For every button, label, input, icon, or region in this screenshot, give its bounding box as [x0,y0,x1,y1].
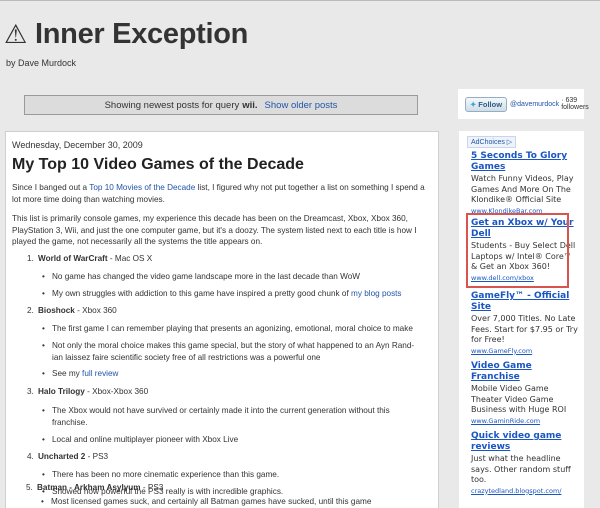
ad-sidebar: AdChoices ▷ 5 Seconds To Glory Games Wat… [459,131,584,508]
ad-body: Mobile Video Game Theater Video Game Bus… [471,384,567,414]
item-name: Uncharted 2 [38,452,86,461]
warning-icon: ⚠ [4,19,28,49]
ad-title[interactable]: GameFly™ - Official Site [471,291,579,313]
ad-body: Watch Funny Videos, Play Games And More … [471,174,574,204]
ad-unit[interactable]: Video Game Franchise Mobile Video Game T… [471,361,579,425]
item-platform: - Mac OS X [107,254,153,263]
list-bullet: My own struggles with addiction to this … [42,288,422,300]
status-prefix: Showing newest posts for query [104,99,240,111]
item-name: Bioshock [38,306,75,315]
list-bullet: Local and online multiplayer pioneer wit… [42,434,422,446]
ad-title[interactable]: Video Game Franchise [471,361,579,383]
ad-url[interactable]: www.GaminRide.com [471,417,579,425]
item-number: 3. [27,387,34,396]
list-bullet: Not only the moral choice makes this gam… [42,340,422,363]
byline: by Dave Murdock [6,58,77,68]
site-title[interactable]: ⚠ Inner Exception [4,18,248,51]
follow-button[interactable]: ✦ Follow [465,96,508,112]
item-number: 2. [27,306,34,315]
post-title[interactable]: My Top 10 Video Games of the Decade [12,156,304,174]
bullet-dot: • [41,497,44,506]
item-number: 1. [27,254,34,263]
intro-text-before: Since I banged out a [12,183,90,192]
top-10-movies-link[interactable]: Top 10 Movies of the Decade [89,183,195,192]
show-older-posts-link[interactable]: Show older posts [265,100,338,111]
bullet-text: See my [52,369,83,378]
ad-unit[interactable]: GameFly™ - Official Site Over 7,000 Titl… [471,291,579,355]
my-blog-posts-link[interactable]: my blog posts [351,289,402,298]
search-status-bar: Showing newest posts for query wii. Show… [24,95,418,115]
list-bullet: • Most licensed games suck, and certainly… [41,497,421,506]
item-name: Batman - Arkham Asylyum [37,483,141,492]
twitter-handle-link[interactable]: @davemurdock [510,101,559,108]
item-platform: - PS3 [140,483,164,492]
ad-body: Just what the headline says. Other rando… [471,454,571,484]
adchoices-link[interactable]: AdChoices ▷ [467,136,517,148]
twitter-follow-widget: ✦ Follow @davemurdock · 639 followers [458,89,589,119]
item-platform: - Xbox 360 [74,306,117,315]
ad-title[interactable]: Quick video game reviews [471,431,579,453]
ad-body: Over 7,000 Titles. No Late Fees. Start f… [471,314,578,344]
post-second-paragraph: This list is primarily console games, my… [12,214,417,247]
top-divider [0,0,600,1]
ad-unit[interactable]: Quick video game reviews Just what the h… [471,431,579,495]
bullet-text: Most licensed games suck, and certainly … [51,497,372,506]
list-bullet: The Xbox would not have survived or cert… [42,405,422,428]
list-item: 1. World of WarCraft - Mac OS X [27,254,152,263]
item-platform: - Xbox-Xbox 360 [84,387,149,396]
highlighted-ad-outline [466,213,569,288]
site-header: ⚠ Inner Exception [4,18,248,51]
ad-url[interactable]: www.GameFly.com [471,347,579,355]
list-bullet: No game has changed the video game lands… [42,271,422,283]
post-intro-paragraph: Since I banged out a Top 10 Movies of th… [12,182,432,205]
bullet-text: My own struggles with addiction to this … [52,289,352,298]
blog-post: Wednesday, December 30, 2009 My Top 10 V… [5,131,439,508]
item-name: World of WarCraft [38,254,108,263]
list-bullet: There has been no more cinematic experie… [42,469,422,481]
follower-count: · 639 followers [561,97,589,111]
status-query: wii. [242,99,258,111]
list-item: 3. Halo Trilogy - Xbox-Xbox 360 [27,387,148,396]
ad-url[interactable]: crazytedland.blogspot.com/ [471,487,579,495]
list-bullet: The first game I can remember playing th… [42,323,422,335]
ad-unit[interactable]: 5 Seconds To Glory Games Watch Funny Vid… [471,151,579,215]
follow-button-label: Follow [478,99,503,109]
post-date: Wednesday, December 30, 2009 [12,140,143,150]
item-name: Halo Trilogy [38,387,85,396]
list-item: 2. Bioshock - Xbox 360 [27,306,117,315]
full-review-link[interactable]: full review [82,369,118,378]
twitter-bird-icon: ✦ [470,99,477,109]
list-item: 4. Uncharted 2 - PS3 [27,452,108,461]
item-platform: - PS3 [85,452,109,461]
item-number: 4. [27,452,34,461]
ad-title[interactable]: 5 Seconds To Glory Games [471,151,579,173]
list-item: 5. Batman - Arkham Asylyum - PS3 [26,483,163,492]
item-number: 5. [26,483,33,492]
list-bullet: See my full review [42,368,422,380]
site-title-text[interactable]: Inner Exception [35,18,248,51]
